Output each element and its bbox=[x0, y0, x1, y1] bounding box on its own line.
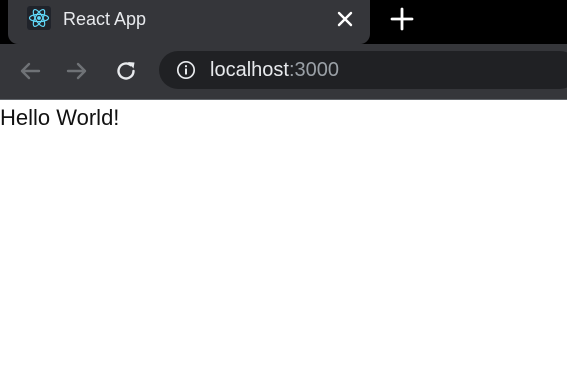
url-text: localhost:3000 bbox=[210, 59, 339, 82]
arrow-right-icon[interactable] bbox=[64, 58, 90, 84]
reload-icon[interactable] bbox=[113, 58, 139, 84]
address-bar[interactable]: localhost:3000 bbox=[159, 51, 567, 89]
page-content: Hello World! bbox=[0, 100, 567, 381]
plus-icon[interactable] bbox=[389, 6, 415, 32]
tab-title: React App bbox=[63, 9, 147, 29]
react-logo-icon bbox=[27, 6, 51, 30]
info-icon[interactable] bbox=[176, 60, 196, 80]
arrow-left-icon[interactable] bbox=[17, 58, 43, 84]
close-icon[interactable] bbox=[335, 9, 355, 29]
tab-react-app[interactable]: React App bbox=[8, 0, 370, 44]
tab-strip: React App bbox=[0, 0, 567, 44]
hello-world-text: Hello World! bbox=[0, 105, 120, 130]
url-host: localhost bbox=[210, 59, 289, 81]
url-port: :3000 bbox=[288, 59, 339, 81]
browser-toolbar: localhost:3000 bbox=[0, 44, 567, 99]
